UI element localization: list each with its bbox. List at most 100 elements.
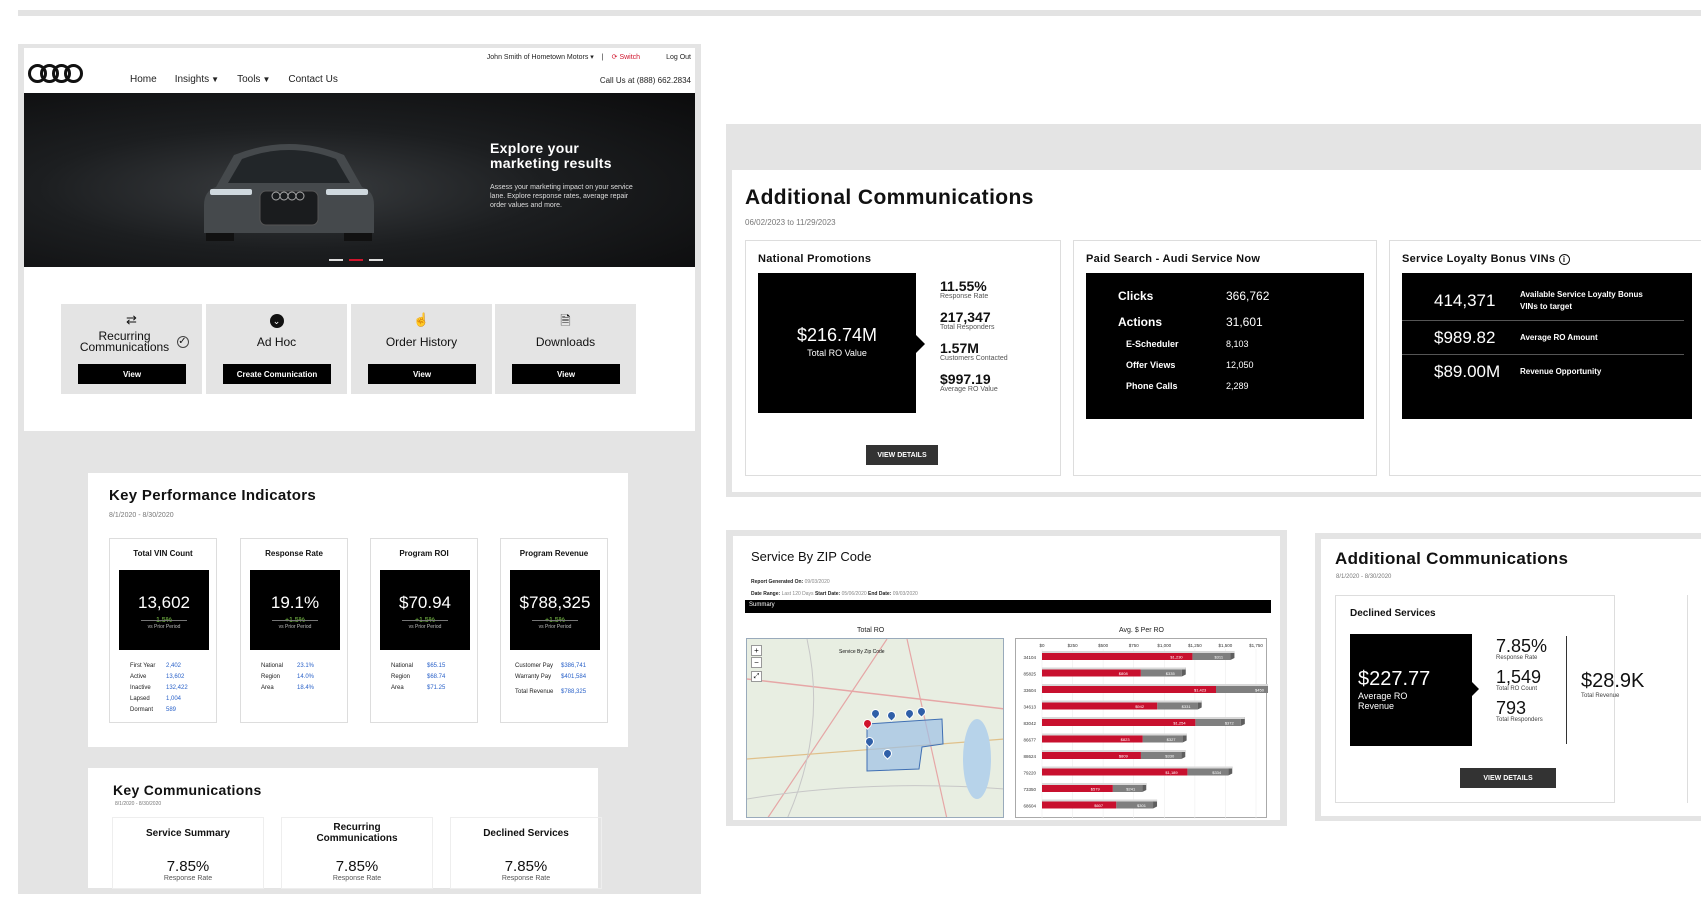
chevron-down-icon: ▾	[590, 54, 594, 61]
key-communications-section: Key Communications 8/1/2020 - 8/30/2020 …	[88, 768, 602, 889]
service-loyalty-row: 414,371 Available Service Loyalty Bonus V…	[1402, 281, 1684, 321]
bar-segment-gray	[1116, 801, 1154, 809]
nav-tools[interactable]: Tools ▼	[237, 74, 270, 85]
pointer-arrow	[916, 335, 925, 353]
kpi-row-label: Lapsed	[130, 696, 150, 702]
carousel-dot[interactable]	[329, 259, 343, 261]
view-recurring-button[interactable]: View	[78, 364, 186, 384]
avg-ro-revenue-box: $227.77 Average RO Revenue	[1350, 634, 1472, 746]
switch-link[interactable]: ⟳ Switch	[612, 53, 640, 61]
kpi-period: vs Prior Period	[278, 624, 312, 630]
pointer-icon: ☝	[413, 312, 430, 327]
kc-card-recurring[interactable]: Recurring Communications 7.85% Response …	[281, 817, 433, 889]
kpi-row-value[interactable]: 589	[166, 705, 176, 716]
view-downloads-button[interactable]: View	[512, 364, 620, 384]
y-tick-label: 34104	[1023, 655, 1036, 660]
zip-map[interactable]: Service By Zip Code + − ⤢	[746, 638, 1004, 818]
kpi-card-title: Program Revenue	[519, 549, 589, 558]
bar-data-label: $334	[1212, 770, 1222, 775]
report-generated: Report Generated On: 09/03/2020	[751, 576, 918, 588]
carousel-dot[interactable]	[369, 259, 383, 261]
view-details-button[interactable]: VIEW DETAILS	[866, 445, 938, 465]
kpi-row-value[interactable]: 14.0%	[297, 672, 314, 683]
kpi-row-value[interactable]: 13,602	[166, 672, 184, 683]
y-tick-label: 33604	[1023, 688, 1036, 693]
map-title: Total RO	[857, 627, 885, 634]
y-tick-label: 79220	[1023, 771, 1036, 776]
bar-data-label: $1,423	[1194, 688, 1207, 693]
expand-icon[interactable]: ⤢	[751, 671, 762, 682]
kpi-row-value[interactable]: 18.4%	[297, 683, 314, 694]
nav-insights[interactable]: Insights ▼	[175, 74, 219, 85]
kpi-row-value[interactable]: $71.25	[427, 683, 445, 694]
user-menu[interactable]: John Smith of Hometown Motors ▾	[487, 53, 594, 61]
logout-link[interactable]: Log Out	[666, 54, 691, 61]
bar-segment-gray	[1140, 669, 1182, 677]
kpi-value-box: $788,325 +1.5% vs Prior Period	[510, 570, 600, 650]
start-label: Start Date:	[814, 591, 841, 597]
x-tick-label: $1,000	[1157, 643, 1171, 648]
kc-card-title: Declined Services	[483, 827, 569, 839]
kpi-row-value[interactable]: $65.15	[427, 661, 445, 672]
kpi-row-value[interactable]: 1,004	[166, 694, 181, 705]
bar-data-label: $579	[1091, 787, 1101, 792]
nav-home[interactable]: Home	[130, 74, 157, 85]
kpi-row-value[interactable]: 23.1%	[297, 661, 314, 672]
kpi-dates: 8/1/2020 - 8/30/2020	[109, 512, 174, 519]
support-phone: Call Us at (888) 662.2834	[599, 76, 691, 85]
kpi-row-label: First Year	[130, 663, 156, 669]
kpi-row-value[interactable]: 132,422	[166, 683, 188, 694]
kpi-row-value[interactable]: $68.74	[427, 672, 445, 683]
tile-title: Recurring Communications	[79, 329, 170, 354]
kpi-row-label: Inactive	[130, 685, 151, 691]
switch-label: Switch	[619, 54, 641, 61]
nav-contact[interactable]: Contact Us	[288, 74, 337, 85]
account-links: John Smith of Hometown Motors ▾ | ⟳ Swit…	[487, 53, 691, 62]
tile-title: Downloads	[535, 334, 596, 349]
metric-label: Total Responders	[940, 324, 995, 331]
y-tick-label: 83042	[1023, 721, 1036, 726]
create-communication-button[interactable]: Create Comunication	[223, 364, 331, 384]
x-tick-label: $1,750	[1249, 643, 1263, 648]
kpi-row-label: National	[261, 663, 284, 669]
kpi-row: National 23.1%	[261, 661, 314, 672]
metric-label: Average RO Value	[940, 386, 998, 393]
zoom-out-button[interactable]: −	[751, 657, 762, 668]
y-tick-label: 88624	[1023, 754, 1036, 759]
bar-segment-gray	[1142, 735, 1183, 743]
bar-top	[1042, 684, 1276, 686]
tile-ad-hoc: ⌄ Ad Hoc Create Comunication	[206, 304, 347, 394]
metric-value: 217,347	[940, 309, 991, 325]
kpi-card-program-revenue: Program Revenue $788,325 +1.5% vs Prior …	[500, 538, 608, 723]
bar-data-label: $241	[1126, 787, 1136, 792]
metric: 7.85% Response Rate	[1496, 636, 1548, 661]
tile-title: Order History	[385, 334, 458, 349]
kpi-row-value[interactable]: $788,325	[561, 687, 586, 698]
kpi-row-value[interactable]: 2,402	[166, 661, 181, 672]
map-graphic	[747, 639, 1003, 817]
metric: 1.57M Customers Contacted	[940, 341, 1008, 363]
bar-data-label: $372	[1225, 721, 1235, 726]
kpi-row-label: Active	[130, 674, 147, 680]
carousel-dot-active[interactable]	[349, 259, 363, 261]
additional-communications-title: Additional Communications	[1335, 549, 1569, 568]
carousel-dots	[329, 259, 383, 261]
kpi-row-value[interactable]: $401,584	[561, 672, 586, 683]
zoom-in-button[interactable]: +	[751, 645, 762, 656]
kc-card-declined[interactable]: Declined Services 7.85% Response Rate	[450, 817, 602, 889]
metric-label: Response Rate	[940, 293, 989, 300]
audi-logo[interactable]	[28, 64, 83, 88]
bar-data-label: $330	[1165, 754, 1175, 759]
kc-card-value: 7.85%	[166, 858, 210, 875]
view-order-history-button[interactable]: View	[368, 364, 476, 384]
kpi-row-value[interactable]: $386,741	[561, 661, 586, 672]
tile-recurring-communications: ⇄ Recurring Communications ✓ View	[61, 304, 202, 394]
metric-value: 7.85%	[1496, 636, 1548, 656]
kpi-breakdown: First Year 2,402 Active 13,602 Inactive 132…	[130, 661, 188, 716]
kpi-row-label: Area	[261, 685, 274, 691]
kc-card-service-summary[interactable]: Service Summary 7.85% Response Rate	[112, 817, 264, 889]
service-loyalty-value: $989.82	[1434, 327, 1496, 347]
info-icon[interactable]: i	[1558, 254, 1570, 265]
view-details-button[interactable]: VIEW DETAILS	[1460, 768, 1556, 788]
kpi-card-title: Response Rate	[265, 549, 323, 558]
